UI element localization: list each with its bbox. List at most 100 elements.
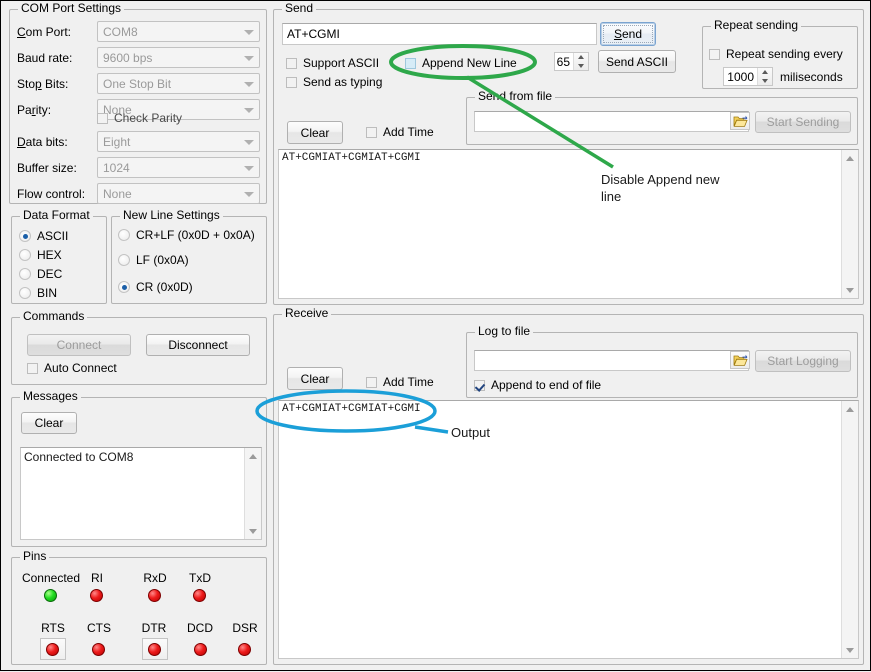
checkbox-box: [474, 380, 485, 391]
log-file-path-input[interactable]: [474, 350, 749, 371]
receive-add-time-checkbox[interactable]: Add Time: [366, 375, 434, 389]
auto-connect-checkbox[interactable]: Auto Connect: [27, 361, 117, 375]
radio-newline-cr[interactable]: CR (0x0D): [118, 280, 193, 294]
folder-open-icon: [733, 354, 748, 367]
chevron-down-icon: [244, 82, 254, 87]
chevron-down-icon: [244, 30, 254, 35]
clear-label: Clear: [301, 126, 330, 140]
start-sending-button[interactable]: Start Sending: [755, 111, 851, 133]
append-new-line-checkbox[interactable]: Append New Line: [405, 56, 517, 70]
repeat-interval-spinner[interactable]: 1000: [723, 67, 773, 86]
checkbox-box: [366, 377, 377, 388]
disconnect-label: Disconnect: [168, 338, 227, 352]
send-command-value: AT+CGMI: [287, 27, 340, 41]
send-log-scrollbar[interactable]: [841, 150, 858, 298]
scroll-up-icon[interactable]: [245, 448, 261, 464]
scroll-up-icon[interactable]: [842, 401, 858, 417]
spinner-buttons[interactable]: [573, 53, 588, 70]
pin-label-dtr: DTR: [131, 621, 177, 635]
com-port-select[interactable]: COM8: [97, 21, 260, 42]
buffer-size-value: 1024: [103, 161, 130, 175]
check-parity-label: Check Parity: [114, 111, 182, 125]
data-bits-select[interactable]: Eight: [97, 131, 260, 152]
send-ascii-label: Send ASCII: [606, 55, 668, 69]
radio-label: CR+LF (0x0D + 0x0A): [136, 228, 255, 242]
ascii-code-spinner[interactable]: 65: [554, 52, 589, 71]
pin-led-rxd: [148, 589, 161, 602]
scroll-down-icon[interactable]: [842, 282, 858, 298]
support-ascii-checkbox[interactable]: Support ASCII: [286, 56, 379, 70]
buffer-size-select[interactable]: 1024: [97, 157, 260, 178]
scroll-up-icon[interactable]: [842, 150, 858, 166]
messages-log[interactable]: Connected to COM8: [20, 447, 262, 540]
messages-scrollbar[interactable]: [244, 448, 261, 539]
log-file-browse-button[interactable]: [730, 351, 750, 369]
chevron-down-icon: [244, 166, 254, 171]
radio-box: [19, 249, 31, 261]
send-file-path-input[interactable]: [474, 111, 749, 132]
flow-control-select[interactable]: None: [97, 183, 260, 204]
messages-title: Messages: [20, 390, 81, 402]
send-as-typing-label: Send as typing: [303, 75, 382, 89]
send-from-file-title: Send from file: [475, 90, 555, 102]
disconnect-button[interactable]: Disconnect: [146, 334, 250, 356]
send-clear-button[interactable]: Clear: [287, 121, 343, 144]
scroll-down-icon[interactable]: [842, 642, 858, 658]
stop-bits-select[interactable]: One Stop Bit: [97, 73, 260, 94]
radio-newline-lf[interactable]: LF (0x0A): [118, 253, 189, 267]
receive-scrollbar[interactable]: [841, 401, 858, 658]
send-button-inner: Send: [603, 25, 653, 43]
start-sending-label: Start Sending: [767, 115, 840, 129]
spinner-down-icon[interactable]: [574, 62, 588, 71]
new-line-settings-title: New Line Settings: [120, 209, 223, 221]
chevron-down-icon: [244, 140, 254, 145]
scroll-down-icon[interactable]: [245, 523, 261, 539]
repeat-sending-every-label: Repeat sending every: [726, 47, 843, 61]
radio-box: [19, 287, 31, 299]
receive-clear-button[interactable]: Clear: [287, 367, 343, 390]
connect-button[interactable]: Connect: [27, 334, 131, 356]
send-add-time-checkbox[interactable]: Add Time: [366, 125, 434, 139]
radio-data-format-dec[interactable]: DEC: [19, 267, 62, 281]
spinner-down-icon[interactable]: [758, 77, 772, 86]
check-parity-checkbox[interactable]: Check Parity: [97, 111, 182, 125]
send-file-browse-button[interactable]: [730, 112, 750, 130]
stop-bits-value: One Stop Bit: [103, 77, 171, 91]
checkbox-box: [286, 77, 297, 88]
receive-output[interactable]: AT+CGMIAT+CGMIAT+CGMI: [278, 400, 859, 659]
chevron-down-icon: [244, 108, 254, 113]
append-to-end-of-file-checkbox[interactable]: Append to end of file: [474, 378, 601, 392]
miliseconds-label: miliseconds: [780, 70, 843, 84]
checkbox-box: [366, 127, 377, 138]
send-ascii-button[interactable]: Send ASCII: [598, 50, 676, 73]
radio-data-format-ascii[interactable]: ASCII: [19, 229, 68, 243]
pin-label-txd: TxD: [179, 571, 221, 585]
radio-data-format-hex[interactable]: HEX: [19, 248, 62, 262]
spinner-buttons[interactable]: [757, 68, 772, 85]
send-as-typing-checkbox[interactable]: Send as typing: [286, 75, 382, 89]
checkbox-box: [286, 58, 297, 69]
send-command-input[interactable]: AT+CGMI: [282, 23, 597, 45]
send-log[interactable]: AT+CGMIAT+CGMIAT+CGMI: [278, 149, 859, 299]
radio-box: [118, 229, 130, 241]
spinner-up-icon[interactable]: [574, 53, 588, 62]
radio-data-format-bin[interactable]: BIN: [19, 286, 57, 300]
baud-rate-select[interactable]: 9600 bps: [97, 47, 260, 68]
messages-clear-button[interactable]: Clear: [21, 412, 77, 434]
radio-label: CR (0x0D): [136, 280, 193, 294]
disable-append-annotation: Disable Append new line: [601, 171, 761, 205]
data-format-title: Data Format: [20, 209, 93, 221]
radio-newline-crlf[interactable]: CR+LF (0x0D + 0x0A): [118, 228, 255, 242]
spinner-up-icon[interactable]: [758, 68, 772, 77]
start-logging-label: Start Logging: [767, 354, 838, 368]
com-port-settings-title: COM Port Settings: [18, 2, 124, 14]
send-button[interactable]: Send: [600, 22, 656, 46]
data-bits-label: Data bits:: [17, 135, 68, 149]
buffer-size-label: Buffer size:: [17, 161, 77, 175]
pin-led-cts: [92, 643, 105, 656]
clear-label: Clear: [301, 372, 330, 386]
start-logging-button[interactable]: Start Logging: [755, 350, 851, 372]
repeat-sending-checkbox[interactable]: Repeat sending every: [709, 47, 843, 61]
pin-led-connected: [44, 589, 57, 602]
pin-label-dcd: DCD: [177, 621, 223, 635]
